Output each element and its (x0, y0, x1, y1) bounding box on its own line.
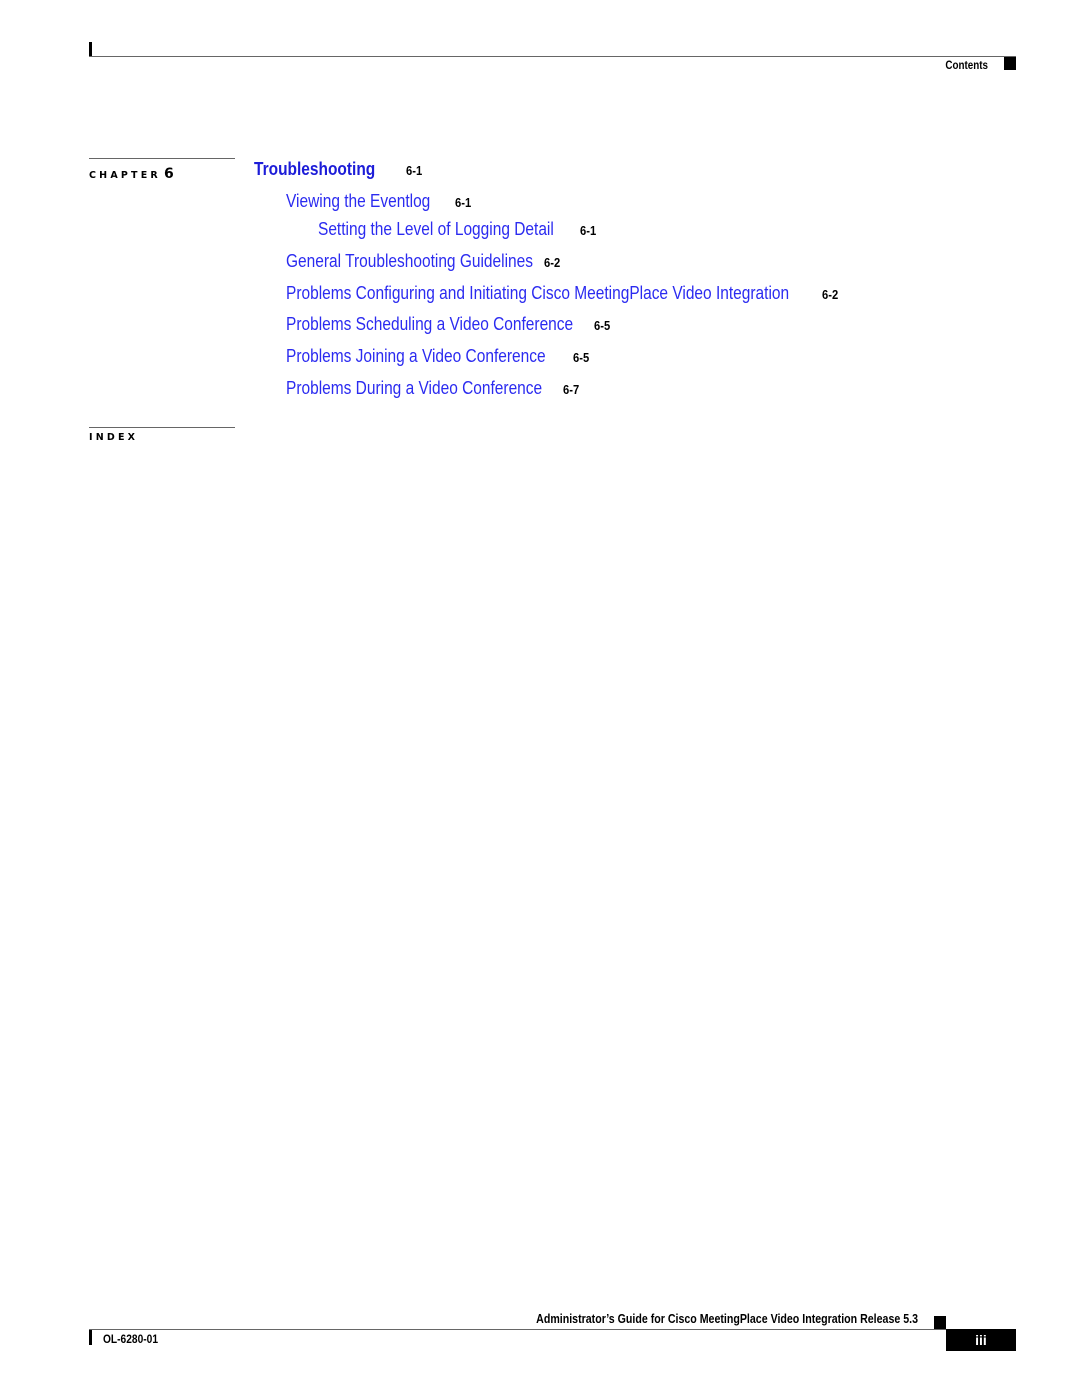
toc-entry-title[interactable]: Problems Joining a Video Conference (286, 346, 546, 367)
toc-entry-page[interactable]: 6-5 (573, 350, 589, 365)
chapter-rule (89, 158, 235, 159)
index-rule (89, 427, 235, 428)
header-marker-box (1004, 57, 1016, 70)
toc-entry-page[interactable]: 6-2 (544, 255, 560, 270)
toc-entry-problems-configuring[interactable]: Problems Configuring and Initiating Cisc… (286, 283, 871, 304)
footer-margin-mark (89, 1330, 92, 1345)
footer-page-number: iii (946, 1329, 1016, 1351)
footer-guide-title: Administrator’s Guide for Cisco MeetingP… (536, 1312, 918, 1326)
header-margin-mark (89, 42, 92, 57)
toc-entry-title[interactable]: General Troubleshooting Guidelines (286, 251, 533, 272)
chapter-label-text: CHAPTER (89, 170, 161, 181)
footer-marker-box (934, 1316, 946, 1329)
toc-entry-page[interactable]: 6-2 (822, 287, 838, 302)
chapter-number: 6 (163, 166, 174, 182)
toc-entry-troubleshooting[interactable]: Troubleshooting 6-1 (254, 159, 422, 180)
toc-entry-page[interactable]: 6-5 (594, 318, 610, 333)
toc-entry-page[interactable]: 6-7 (563, 382, 579, 397)
toc-entry-page[interactable]: 6-1 (580, 223, 596, 238)
toc-entry-title[interactable]: Problems During a Video Conference (286, 378, 542, 399)
toc-entry-problems-scheduling[interactable]: Problems Scheduling a Video Conference 6… (286, 314, 620, 335)
toc-entry-logging-detail[interactable]: Setting the Level of Logging Detail 6-1 (318, 219, 596, 240)
footer-doc-number: OL-6280-01 (103, 1332, 158, 1346)
chapter-label: CHAPTER 6 (89, 166, 174, 182)
toc-entry-viewing-eventlog[interactable]: Viewing the Eventlog 6-1 (286, 191, 471, 212)
toc-entry-problems-joining[interactable]: Problems Joining a Video Conference 6-5 (286, 346, 589, 367)
toc-entry-title[interactable]: Setting the Level of Logging Detail (318, 219, 554, 240)
toc-entry-title[interactable]: Problems Configuring and Initiating Cisc… (286, 283, 789, 304)
toc-entry-page[interactable]: 6-1 (406, 163, 422, 178)
footer-rule (89, 1329, 947, 1330)
toc-entry-title[interactable]: Viewing the Eventlog (286, 191, 430, 212)
index-label[interactable]: INDEX (89, 432, 138, 443)
toc-entry-page[interactable]: 6-1 (455, 195, 471, 210)
toc-entry-title[interactable]: Troubleshooting (254, 159, 375, 180)
toc-entry-general-guidelines[interactable]: General Troubleshooting Guidelines 6-2 (286, 251, 573, 272)
toc-entry-title[interactable]: Problems Scheduling a Video Conference (286, 314, 573, 335)
header-section-label: Contents (945, 58, 988, 72)
toc-entry-problems-during[interactable]: Problems During a Video Conference 6-7 (286, 378, 584, 399)
header-rule (89, 56, 1016, 57)
